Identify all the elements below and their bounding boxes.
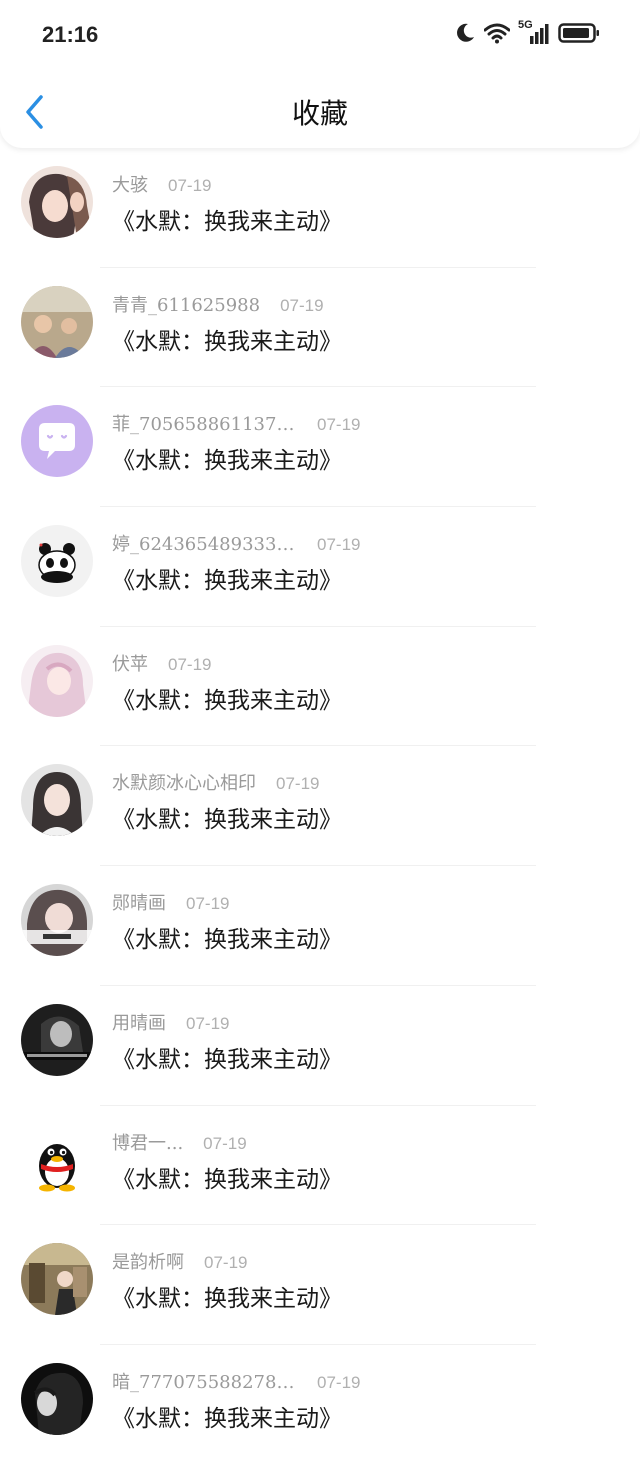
user-name[interactable]: 是韵析啊 — [112, 1248, 184, 1274]
cellular-signal-icon: 5G — [518, 19, 550, 44]
user-avatar[interactable] — [21, 764, 93, 837]
user-avatar[interactable] — [21, 405, 93, 478]
book-title[interactable]: 《水默：换我来主动》 — [112, 202, 342, 236]
item-date: 07-19 — [168, 654, 212, 674]
page-title: 收藏 — [291, 97, 348, 130]
nav-bar: 收藏 — [0, 72, 640, 148]
item-meta: 大骇 07-19 — [112, 171, 211, 197]
list-item[interactable]: 博君一... 07-19 《水默：换我来主动》 — [0, 1106, 640, 1226]
item-meta: 水默颜冰心心相印 07-19 — [112, 769, 319, 795]
book-title[interactable]: 《水默：换我来主动》 — [112, 1279, 342, 1313]
user-name[interactable]: 水默颜冰心心相印 — [112, 769, 256, 795]
book-title[interactable]: 《水默：换我来主动》 — [112, 1160, 342, 1194]
user-name[interactable]: 青青_611625988 — [112, 291, 260, 317]
status-icons: 5G — [454, 19, 600, 44]
list-item[interactable]: 青青_611625988 07-19 《水默：换我来主动》 — [0, 268, 640, 388]
book-title[interactable]: 《水默：换我来主动》 — [112, 322, 342, 356]
book-title[interactable]: 《水默：换我来主动》 — [112, 441, 342, 475]
item-meta: 暗_7770755882780... 07-19 — [112, 1368, 360, 1394]
item-date: 07-19 — [317, 1372, 361, 1392]
list-item[interactable]: 用晴画 07-19 《水默：换我来主动》 — [0, 986, 640, 1106]
list-item[interactable]: 是韵析啊 07-19 《水默：换我来主动》 — [0, 1225, 640, 1345]
user-name[interactable]: 菲_7056588611378... — [112, 410, 297, 436]
book-title[interactable]: 《水默：换我来主动》 — [112, 800, 342, 834]
item-meta: 郧晴画 07-19 — [112, 889, 229, 915]
item-date: 07-19 — [186, 894, 230, 914]
item-meta: 婷_6243654893333... 07-19 — [112, 530, 360, 556]
item-meta: 是韵析啊 07-19 — [112, 1248, 247, 1274]
book-title[interactable]: 《水默：换我来主动》 — [112, 681, 342, 715]
status-time: 21:16 — [42, 22, 99, 47]
list-item[interactable]: 郧晴画 07-19 《水默：换我来主动》 — [0, 866, 640, 986]
user-name[interactable]: 博君一... — [112, 1129, 183, 1155]
item-date: 07-19 — [317, 535, 361, 555]
item-date: 07-19 — [186, 1013, 230, 1033]
book-title[interactable]: 《水默：换我来主动》 — [112, 1040, 342, 1074]
item-date: 07-19 — [168, 176, 212, 195]
list-item[interactable]: 水默颜冰心心相印 07-19 《水默：换我来主动》 — [0, 746, 640, 867]
user-name[interactable]: 伏苹 — [112, 650, 148, 676]
list-item[interactable]: 婷_6243654893333... 07-19 《水默：换我来主动》 — [0, 507, 640, 627]
user-avatar[interactable] — [21, 285, 93, 358]
item-date: 07-19 — [317, 415, 361, 435]
user-avatar[interactable] — [21, 1003, 93, 1076]
book-title[interactable]: 《水默：换我来主动》 — [112, 920, 342, 954]
item-date: 07-19 — [204, 1253, 248, 1273]
user-avatar[interactable] — [21, 525, 93, 598]
list-item[interactable]: 伏苹 07-19 《水默：换我来主动》 — [0, 627, 640, 747]
user-avatar[interactable] — [21, 884, 93, 957]
user-name[interactable]: 用晴画 — [112, 1009, 166, 1035]
user-name[interactable]: 暗_7770755882780... — [112, 1368, 297, 1394]
item-meta: 博君一... 07-19 — [112, 1129, 247, 1155]
status-bar: 21:16 5G — [0, 0, 640, 72]
user-avatar[interactable] — [21, 1243, 93, 1316]
favorites-list: 大骇 07-19 《水默：换我来主动》 青青_611625988 07-19 《… — [0, 148, 640, 1465]
user-name[interactable]: 大骇 — [112, 171, 148, 197]
item-meta: 青青_611625988 07-19 — [112, 291, 324, 317]
moon-icon — [454, 22, 476, 44]
user-name[interactable]: 郧晴画 — [112, 889, 166, 915]
item-date: 07-19 — [203, 1133, 247, 1153]
user-name[interactable]: 婷_6243654893333... — [112, 530, 297, 556]
book-title[interactable]: 《水默：换我来主动》 — [112, 561, 342, 595]
user-avatar[interactable] — [21, 1123, 93, 1196]
battery-icon — [558, 22, 600, 44]
user-avatar[interactable] — [21, 644, 93, 717]
top-bar: 21:16 5G 收藏 — [0, 0, 640, 148]
item-meta: 菲_7056588611378... 07-19 — [112, 410, 360, 436]
item-meta: 伏苹 07-19 — [112, 650, 211, 676]
list-item[interactable]: 菲_7056588611378... 07-19 《水默：换我来主动》 — [0, 387, 640, 508]
book-title[interactable]: 《水默：换我来主动》 — [112, 1399, 342, 1433]
user-avatar[interactable] — [21, 166, 93, 238]
item-meta: 用晴画 07-19 — [112, 1009, 229, 1035]
item-date: 07-19 — [276, 774, 320, 794]
list-item[interactable]: 大骇 07-19 《水默：换我来主动》 — [0, 148, 640, 268]
list-item[interactable]: 暗_7770755882780... 07-19 《水默：换我来主动》 — [0, 1345, 640, 1465]
user-avatar[interactable] — [21, 1362, 93, 1435]
wifi-icon — [484, 22, 510, 44]
item-date: 07-19 — [280, 295, 324, 315]
